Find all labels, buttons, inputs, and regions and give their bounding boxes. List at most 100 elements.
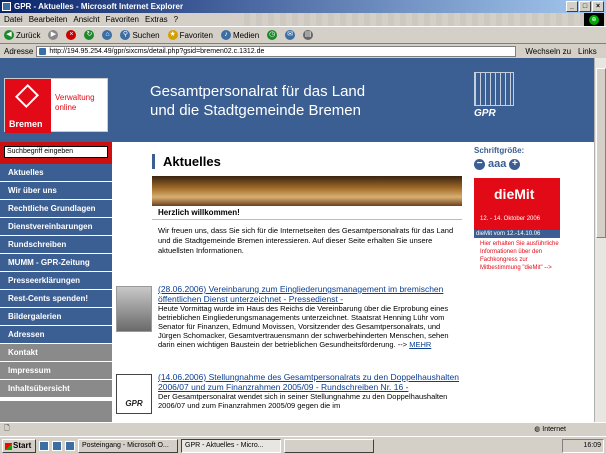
key-icon xyxy=(14,83,40,109)
gpr-logo: GPR xyxy=(474,72,520,130)
mail-button[interactable]: ✉ xyxy=(285,30,296,40)
forward-button[interactable]: ▶ xyxy=(48,30,59,40)
address-input[interactable]: http://194.95.254.49/gpr/sixcms/detail.p… xyxy=(36,45,517,57)
page-icon: 🗋 xyxy=(4,425,10,432)
standard-toolbar: ◀ Zurück ▶ × ↻ ⌂ ⚲ Suchen ★ Favoriten ♪ Medi… xyxy=(0,26,606,44)
taskbar-outlook[interactable]: Posteingang - Microsoft O... xyxy=(78,438,178,453)
town-hall-icon xyxy=(474,72,514,106)
system-clock: 16:09 xyxy=(562,439,604,453)
welcome-heading: Herzlich willkommen! xyxy=(152,206,462,220)
banner-title: dieMit xyxy=(494,186,535,202)
minus-icon[interactable]: − xyxy=(474,158,485,170)
bremen-logo[interactable]: Bremen Verwaltung online xyxy=(4,78,108,133)
more-link[interactable]: MEHR xyxy=(409,340,431,349)
print-button[interactable]: ▤ xyxy=(303,30,314,40)
mail-icon: ✉ xyxy=(285,30,296,40)
search-icon: ⚲ xyxy=(120,30,131,40)
search-input[interactable]: Suchbegriff eingeben xyxy=(4,146,108,158)
menu-bar: Datei Bearbeiten Ansicht Favoriten Extra… xyxy=(0,13,606,26)
menu-ansicht[interactable]: Ansicht xyxy=(73,15,99,24)
taskbar-task[interactable] xyxy=(284,438,374,453)
font-size-letters: aaa xyxy=(488,158,507,170)
article-title-link[interactable]: (28.06.2006) Vereinbarung zum Einglieder… xyxy=(158,284,462,304)
nav-kontakt[interactable]: Kontakt xyxy=(0,344,112,362)
home-icon: ⌂ xyxy=(102,30,113,40)
font-size-label: Schriftgröße: xyxy=(474,146,525,155)
media-button[interactable]: ♪ Medien xyxy=(220,30,259,40)
nav-rechtliche-grundlagen[interactable]: Rechtliche Grundlagen xyxy=(0,200,112,218)
start-button[interactable]: Start xyxy=(2,438,36,453)
right-column: Schriftgröße: − aaa + dieMit 12. - 14. O… xyxy=(474,142,594,272)
font-size-controls: − aaa + xyxy=(474,158,594,170)
quicklaunch-icon[interactable] xyxy=(39,440,49,451)
close-icon[interactable]: × xyxy=(592,1,604,12)
search-go-icon[interactable]: ↩ xyxy=(78,146,86,157)
site-title: Gesamtpersonalrat für das Land und die St… xyxy=(150,83,366,119)
article-title-link[interactable]: (14.06.2006) Stellungnahme des Gesamtper… xyxy=(158,372,462,392)
window-controls: _ □ × xyxy=(566,1,604,12)
window-titlebar[interactable]: GPR - Aktuelles - Microsoft Internet Exp… xyxy=(0,0,606,13)
menu-datei[interactable]: Datei xyxy=(4,15,23,24)
nav-mumm[interactable]: MUMM - GPR-Zeitung xyxy=(0,254,112,272)
logo-subtitle: Verwaltung online xyxy=(55,93,95,112)
nav-impressum[interactable]: Impressum xyxy=(0,362,112,380)
stop-button[interactable]: × xyxy=(66,30,77,40)
stop-icon: × xyxy=(66,30,77,40)
throbber: ⊕ xyxy=(584,13,604,26)
nav-rest-cents[interactable]: Rest-Cents spenden! xyxy=(0,290,112,308)
print-icon: ▤ xyxy=(303,30,314,40)
media-icon: ♪ xyxy=(220,30,231,40)
diemit-banner[interactable]: dieMit 12. - 14. Oktober 2006 xyxy=(474,178,560,230)
windows-logo-icon: ⊕ xyxy=(589,14,599,25)
taskbar: Start Posteingang - Microsoft O... GPR -… xyxy=(0,436,606,454)
page-title: Aktuelles xyxy=(152,154,221,169)
logo-city: Bremen xyxy=(9,119,43,129)
nav-bildergalerien[interactable]: Bildergalerien xyxy=(0,308,112,326)
menu-help[interactable]: ? xyxy=(174,15,178,24)
quicklaunch-icon[interactable] xyxy=(65,440,75,451)
refresh-icon: ↻ xyxy=(84,30,95,40)
maximize-icon[interactable]: □ xyxy=(579,1,591,12)
forward-arrow-icon: ▶ xyxy=(48,30,59,40)
history-button[interactable]: ◷ xyxy=(267,30,278,40)
minimize-icon[interactable]: _ xyxy=(566,1,578,12)
zone-indicator: ◍ Internet xyxy=(534,426,566,433)
back-button[interactable]: ◀ Zurück xyxy=(4,30,40,40)
bremen-logo-red: Bremen xyxy=(5,79,51,133)
favorites-button[interactable]: ★ Favoriten xyxy=(167,30,213,40)
article-body: Der Gesamtpersonalrat wendet sich in sei… xyxy=(158,392,448,410)
page-viewport: Bremen Verwaltung online Gesamtpersonalra… xyxy=(0,58,594,422)
nav-wir-ueber-uns[interactable]: Wir über uns xyxy=(0,182,112,200)
menu-bearbeiten[interactable]: Bearbeiten xyxy=(29,15,68,24)
menu-extras[interactable]: Extras xyxy=(145,15,168,24)
banner-more-link[interactable]: --> xyxy=(544,265,552,271)
quicklaunch-icon[interactable] xyxy=(52,440,62,451)
menu-favoriten[interactable]: Favoriten xyxy=(106,15,139,24)
banner-text: Hier erhalten Sie ausführliche Informati… xyxy=(480,241,559,271)
scrollbar-thumb[interactable] xyxy=(596,68,606,238)
main-nav: Aktuelles Wir über uns Rechtliche Grundl… xyxy=(0,164,112,398)
nav-filler xyxy=(0,401,112,422)
refresh-button[interactable]: ↻ xyxy=(84,30,95,40)
nav-adressen[interactable]: Adressen xyxy=(0,326,112,344)
star-icon: ★ xyxy=(167,30,178,40)
links-button[interactable]: Links xyxy=(578,47,597,56)
intro-text: Wir freuen uns, dass Sie sich für die In… xyxy=(158,226,454,255)
vertical-scrollbar[interactable] xyxy=(594,58,606,422)
back-arrow-icon: ◀ xyxy=(4,30,14,40)
window-title: GPR - Aktuelles - Microsoft Internet Exp… xyxy=(14,2,184,11)
nav-inhaltsuebersicht[interactable]: Inhaltsübersicht xyxy=(0,380,112,398)
search-button[interactable]: ⚲ Suchen xyxy=(120,30,160,40)
nav-rundschreiben[interactable]: Rundschreiben xyxy=(0,236,112,254)
taskbar-ie[interactable]: GPR - Aktuelles - Micro... xyxy=(181,438,281,453)
banner-caption: dieMit vom 12.-14.10.06 xyxy=(474,230,560,238)
article-content: (14.06.2006) Stellungnahme des Gesamtper… xyxy=(158,372,462,410)
nav-dienstvereinbarungen[interactable]: Dienstvereinbarungen xyxy=(0,218,112,236)
nav-aktuelles[interactable]: Aktuelles xyxy=(0,164,112,182)
plus-icon[interactable]: + xyxy=(509,158,521,170)
go-button[interactable]: Wechseln zu xyxy=(525,47,571,56)
address-bar: Adresse http://194.95.254.49/gpr/sixcms/… xyxy=(0,44,606,58)
more-arrow: --> xyxy=(397,340,410,349)
nav-presseerklaerungen[interactable]: Presseerklärungen xyxy=(0,272,112,290)
home-button[interactable]: ⌂ xyxy=(102,30,113,40)
